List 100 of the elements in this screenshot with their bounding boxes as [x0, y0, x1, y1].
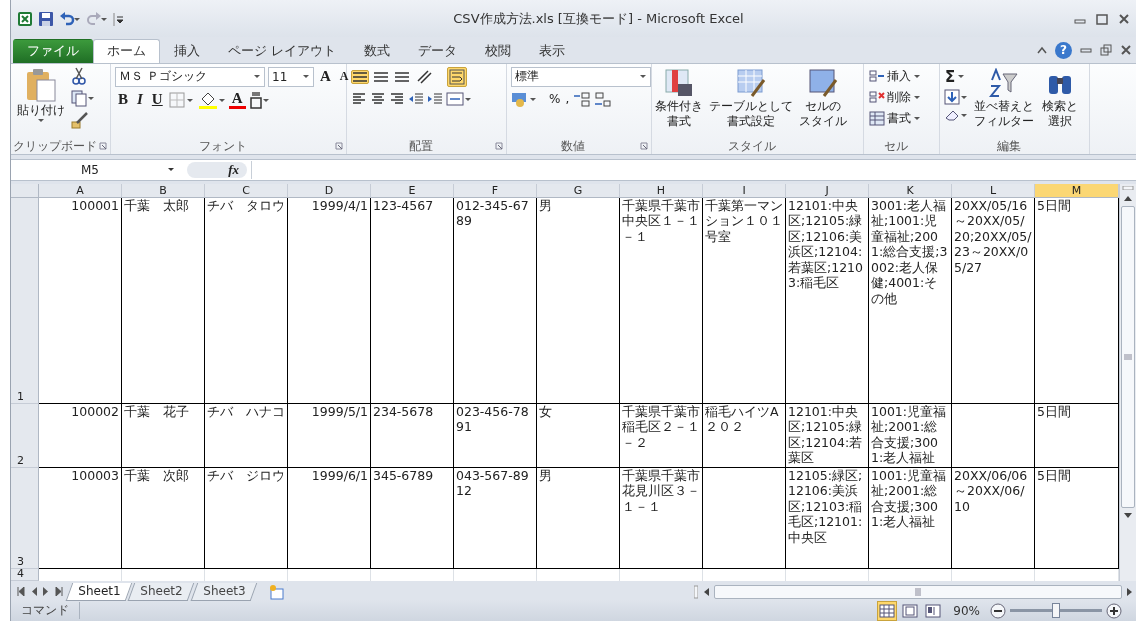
column-header[interactable]: F [454, 183, 537, 198]
cut-icon[interactable] [71, 66, 87, 85]
restore-icon[interactable] [1100, 44, 1112, 57]
cells-button[interactable]: 削除 [868, 87, 922, 107]
autosum-button[interactable]: Σ [944, 66, 968, 87]
fill-color-icon[interactable] [197, 90, 226, 109]
zoom-in-icon[interactable] [1106, 602, 1122, 619]
column-header[interactable]: H [620, 183, 703, 198]
align-left-icon[interactable] [351, 90, 367, 107]
zoom-out-icon[interactable] [990, 602, 1006, 619]
zoom-level[interactable]: 90% [943, 603, 990, 618]
column-header[interactable]: C [205, 183, 288, 198]
column-header[interactable]: K [869, 183, 952, 198]
ribbon-tab[interactable]: ホーム [93, 38, 160, 63]
dialog-launcher-icon[interactable] [335, 142, 343, 151]
column-header[interactable]: M [1035, 183, 1119, 198]
editing-button[interactable]: 検索と 選択 [1040, 66, 1080, 139]
ribbon-tab[interactable]: 校閲 [471, 38, 525, 63]
next-sheet-icon[interactable] [43, 587, 49, 597]
spreadsheet-app-icon[interactable] [17, 10, 33, 27]
previous-sheet-icon[interactable] [31, 587, 37, 597]
column-header[interactable]: J [786, 183, 869, 198]
increase-decimal-icon[interactable] [573, 90, 592, 107]
decrease-indent-icon[interactable] [408, 90, 424, 107]
close-icon[interactable] [1118, 12, 1130, 25]
scroll-left-icon[interactable] [702, 586, 710, 597]
italic-button[interactable]: I [134, 91, 146, 109]
copy-icon[interactable] [71, 88, 95, 107]
align-center-icon[interactable] [370, 90, 386, 107]
insert-function-button[interactable]: fx [187, 161, 247, 178]
wrap-text-button[interactable] [447, 66, 467, 87]
align-top-button[interactable] [351, 69, 369, 84]
last-sheet-icon[interactable] [55, 587, 63, 597]
sheet-tab[interactable]: Sheet3 [190, 582, 258, 601]
column-header[interactable]: G [537, 183, 620, 198]
scroll-down-icon[interactable] [1123, 511, 1133, 520]
help-button[interactable]: ? [1055, 41, 1072, 59]
ribbon-tab[interactable]: 挿入 [160, 38, 214, 63]
scroll-thumb[interactable] [714, 584, 1122, 599]
collapse-ribbon-icon[interactable] [1037, 46, 1047, 55]
row-header[interactable]: 3 [11, 467, 39, 569]
column-header[interactable]: I [703, 183, 786, 198]
split-handle-icon[interactable] [694, 584, 698, 599]
grow-font-button[interactable]: A [317, 68, 334, 86]
currency-icon[interactable] [511, 90, 537, 107]
column-header[interactable]: A [39, 183, 122, 198]
ribbon-tab[interactable]: データ [404, 38, 471, 63]
font-color-button[interactable]: A [228, 90, 246, 109]
underline-button[interactable]: U [148, 91, 166, 109]
align-right-icon[interactable] [389, 90, 405, 107]
cells-button[interactable]: 書式 [868, 108, 922, 128]
row-header[interactable]: 1 [11, 197, 39, 404]
save-icon[interactable] [38, 10, 54, 27]
close-icon[interactable] [1120, 44, 1132, 57]
first-sheet-icon[interactable] [17, 587, 25, 597]
scroll-thumb[interactable] [1121, 205, 1135, 508]
restore-icon[interactable] [1096, 12, 1108, 25]
editing-button[interactable]: 並べ替えと フィルター [972, 66, 1036, 139]
ribbon-tab[interactable]: 数式 [350, 38, 404, 63]
column-header[interactable]: D [288, 183, 371, 198]
dialog-launcher-icon[interactable] [99, 142, 107, 151]
column-header[interactable]: E [371, 183, 454, 198]
comma-button[interactable]: , [564, 90, 571, 107]
name-box[interactable]: M5 [11, 160, 183, 179]
align-middle-button[interactable] [372, 69, 390, 84]
style-button[interactable]: 条件付き 書式 [653, 66, 705, 139]
dialog-launcher-icon[interactable] [495, 142, 503, 151]
shrink-font-button[interactable]: A [336, 69, 352, 85]
sheet-tab[interactable]: Sheet2 [128, 582, 195, 601]
font-name-field[interactable]: ＭＳ Ｐゴシック [115, 66, 265, 87]
number-format-field[interactable]: 標準 [511, 66, 651, 87]
column-header[interactable]: L [952, 183, 1035, 198]
style-button[interactable]: テーブルとして 書式設定 [707, 66, 795, 139]
increase-indent-icon[interactable] [427, 90, 443, 107]
sheet-tab[interactable]: Sheet1 [65, 582, 133, 601]
fill-down-icon[interactable] [944, 88, 968, 105]
cells-button[interactable]: 挿入 [868, 66, 922, 86]
phonetic-guide-icon[interactable] [248, 90, 271, 109]
customize-toolbar-icon[interactable] [113, 10, 123, 27]
format-painter-icon[interactable] [71, 110, 89, 129]
decrease-decimal-icon[interactable] [594, 90, 613, 107]
normal-view-button[interactable] [877, 600, 898, 621]
font-size-field[interactable]: 11 [268, 66, 314, 87]
scroll-right-icon[interactable] [1126, 586, 1134, 597]
align-bottom-button[interactable] [393, 69, 411, 84]
row-header[interactable]: 2 [11, 403, 39, 468]
align-middle-icon [374, 71, 388, 82]
paste-button[interactable]: 貼り付け [15, 66, 67, 139]
slider-thumb[interactable] [1052, 603, 1060, 619]
merge-cells-icon[interactable] [446, 90, 472, 107]
column-header[interactable]: B [122, 183, 205, 198]
ribbon-tab[interactable]: 表示 [525, 38, 579, 63]
ribbon-tab[interactable]: ページ レイアウト [214, 38, 350, 63]
undo-icon[interactable] [59, 10, 81, 27]
percent-button[interactable]: % [548, 90, 562, 107]
split-handle-icon[interactable] [1122, 185, 1134, 190]
ribbon-tab[interactable]: ファイル [13, 38, 93, 63]
dialog-launcher-icon[interactable] [640, 142, 648, 151]
bold-button[interactable]: B [115, 91, 131, 109]
style-button[interactable]: セルの スタイル [797, 66, 849, 139]
